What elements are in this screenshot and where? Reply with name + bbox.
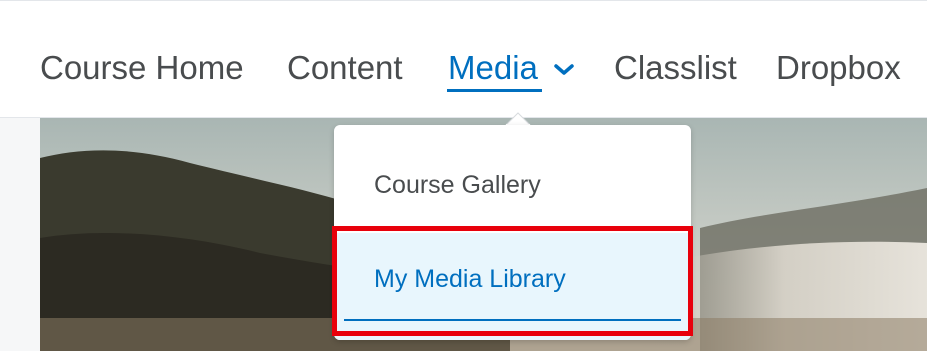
nav-content[interactable]: Content xyxy=(287,49,403,87)
highlight-annotation-box xyxy=(332,226,693,336)
course-navbar: Course Home Content Media Classlist Drop… xyxy=(0,0,927,118)
dropdown-caret-icon xyxy=(505,112,531,126)
nav-media-underline xyxy=(447,89,542,92)
nav-course-home[interactable]: Course Home xyxy=(40,49,244,87)
nav-classlist[interactable]: Classlist xyxy=(614,49,737,87)
chevron-down-icon[interactable] xyxy=(553,63,575,77)
nav-media[interactable]: Media xyxy=(448,49,538,87)
nav-dropbox[interactable]: Dropbox xyxy=(776,49,901,87)
menu-item-course-gallery[interactable]: Course Gallery xyxy=(334,125,691,225)
